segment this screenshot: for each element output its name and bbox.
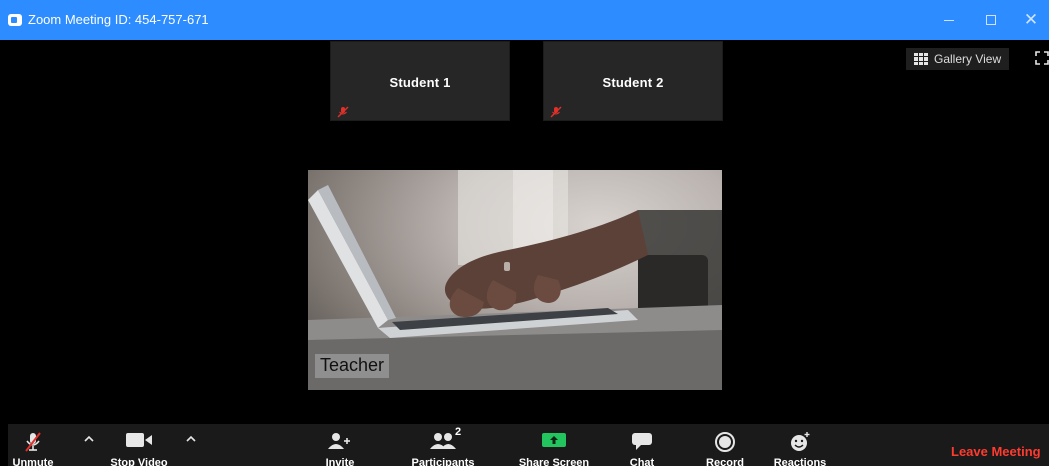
unmute-label: Unmute xyxy=(12,457,54,466)
invite-button[interactable]: Invite xyxy=(310,424,370,466)
participant-tile[interactable]: Student 1 xyxy=(330,41,510,121)
record-label: Record xyxy=(706,457,744,466)
active-speaker-video: Teacher xyxy=(308,170,722,390)
participants-icon xyxy=(430,433,456,449)
stop-video-label: Stop Video xyxy=(110,457,168,466)
muted-mic-icon xyxy=(25,432,41,452)
add-person-icon xyxy=(328,433,350,449)
gallery-view-label: Gallery View xyxy=(934,52,1002,66)
close-button[interactable]: ✕ xyxy=(1012,0,1049,40)
zoom-logo-icon xyxy=(8,14,22,26)
participant-name: Student 2 xyxy=(602,74,664,90)
minimize-button[interactable] xyxy=(930,0,968,40)
video-camera-icon xyxy=(126,433,152,447)
participants-button[interactable]: 2 Participants xyxy=(404,424,482,466)
chat-button[interactable]: Chat xyxy=(620,424,664,466)
video-options-chevron-up-icon[interactable] xyxy=(184,432,198,446)
share-screen-button[interactable]: Share Screen xyxy=(514,424,594,466)
meeting-toolbar: Unmute Stop Video Invite 2 Participants xyxy=(8,424,1049,466)
participant-tile[interactable]: Student 2 xyxy=(543,41,723,121)
muted-mic-icon xyxy=(550,106,562,118)
share-screen-label: Share Screen xyxy=(518,457,590,466)
reactions-label: Reactions xyxy=(773,457,827,466)
record-button[interactable]: Record xyxy=(698,424,752,466)
active-speaker-name: Teacher xyxy=(315,354,390,378)
participants-label: Participants xyxy=(411,457,475,466)
window-title: Zoom Meeting ID: 454-757-671 xyxy=(28,12,209,27)
audio-options-chevron-up-icon[interactable] xyxy=(82,432,96,446)
stop-video-button[interactable]: Stop Video xyxy=(104,424,174,466)
fullscreen-icon[interactable] xyxy=(1035,51,1049,65)
grid-icon xyxy=(914,53,928,65)
minimize-icon xyxy=(944,19,954,21)
gallery-view-button[interactable]: Gallery View xyxy=(906,48,1010,70)
participant-name: Student 1 xyxy=(389,74,451,90)
maximize-button[interactable] xyxy=(972,0,1010,40)
maximize-icon xyxy=(986,15,996,25)
leave-meeting-button[interactable]: Leave Meeting xyxy=(951,444,1041,459)
meeting-stage: Student 1 Student 2 Gallery View Teacher xyxy=(8,40,1049,424)
close-icon: ✕ xyxy=(1023,10,1039,30)
participants-count: 2 xyxy=(455,426,462,438)
chat-label: Chat xyxy=(629,457,655,466)
window-titlebar: Zoom Meeting ID: 454-757-671 ✕ xyxy=(0,0,1049,40)
reactions-button[interactable]: Reactions xyxy=(768,424,832,466)
muted-mic-icon xyxy=(337,106,349,118)
record-icon xyxy=(715,432,735,452)
invite-label: Invite xyxy=(325,457,355,466)
reaction-smiley-icon xyxy=(791,432,810,451)
share-screen-icon xyxy=(542,433,566,447)
unmute-button[interactable]: Unmute xyxy=(8,424,58,466)
chat-bubble-icon xyxy=(632,433,652,450)
